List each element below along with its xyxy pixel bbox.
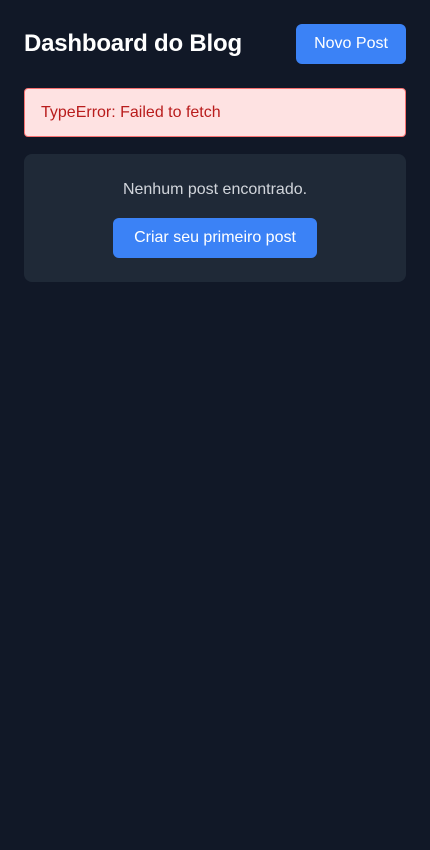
new-post-button[interactable]: Novo Post: [296, 24, 406, 64]
empty-state-message: Nenhum post encontrado.: [122, 181, 308, 198]
page-title: Dashboard do Blog: [24, 30, 242, 57]
create-first-post-button[interactable]: Criar seu primeiro post: [113, 218, 317, 258]
page-header: Dashboard do Blog Novo Post: [24, 24, 406, 64]
error-alert: TypeError: Failed to fetch: [24, 88, 406, 137]
error-message: TypeError: Failed to fetch: [41, 103, 221, 121]
dashboard-page: Dashboard do Blog Novo Post TypeError: F…: [0, 0, 430, 850]
empty-state-card: Nenhum post encontrado. Criar seu primei…: [24, 154, 406, 282]
